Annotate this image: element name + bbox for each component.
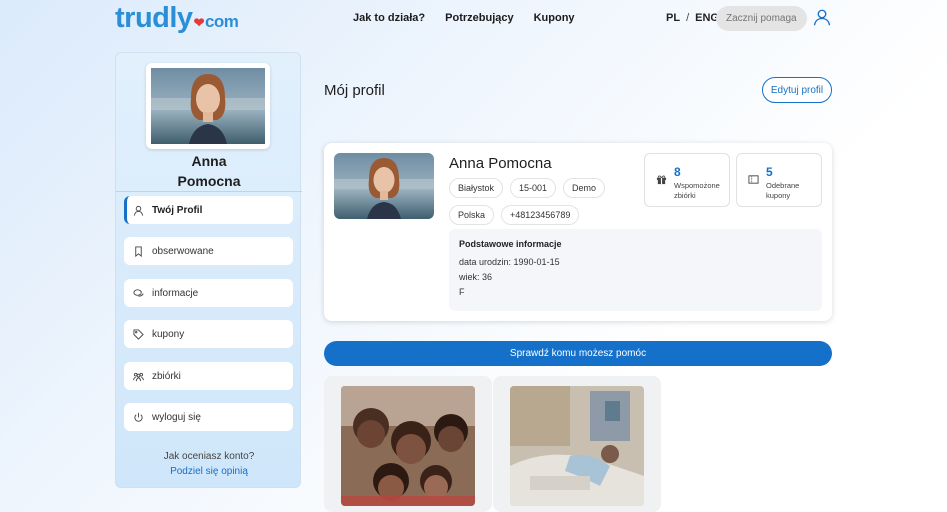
logo-suffix: com <box>204 12 239 31</box>
feedback-question: Jak oceniasz konto? <box>163 451 255 462</box>
sidebar-item-profile[interactable]: Twój Profil <box>124 196 293 224</box>
stat-value: 8 <box>674 165 681 179</box>
logo[interactable]: trudly ❤ com <box>115 2 239 35</box>
basic-info-panel: Podstawowe informacje data urodzin: 1990… <box>449 229 822 311</box>
power-icon <box>134 412 143 422</box>
fundraiser-image-children <box>341 386 475 506</box>
sidebar: Anna Pomocna Twój Profil obserwowane inf… <box>115 52 302 488</box>
chat-icon <box>133 288 144 297</box>
page-title: Mój profil <box>324 82 385 99</box>
stat-value: 5 <box>766 165 773 179</box>
group-icon <box>133 372 144 381</box>
tag-account-type: Demo <box>563 178 606 198</box>
basic-info-title: Podstawowe informacje <box>459 239 562 249</box>
user-icon <box>133 205 144 216</box>
sidebar-item-label: kupony <box>152 328 185 340</box>
bookmark-icon <box>135 245 142 257</box>
tag-icon <box>133 328 144 340</box>
search-input[interactable] <box>716 6 807 31</box>
profile-tags: Białystok 15-001 Demo Polska +4812345678… <box>449 178 639 225</box>
tag-country: Polska <box>449 205 495 225</box>
sidebar-item-label: zbiórki <box>152 370 181 382</box>
sidebar-item-information[interactable]: informacje <box>124 279 293 307</box>
children-photo <box>341 386 475 506</box>
nav-coupons[interactable]: Kupony <box>534 12 575 24</box>
heart-icon: ❤ <box>193 15 205 30</box>
lang-separator: / <box>686 12 690 24</box>
fundraiser-card[interactable] <box>493 376 661 512</box>
check-who-to-help-button[interactable]: Sprawdź komu możesz pomóc <box>324 341 832 366</box>
last-name: Pomocna <box>177 173 241 189</box>
language-switch: PL / ENG <box>666 12 719 24</box>
profile-name: Anna Pomocna <box>116 151 302 191</box>
tag-postal-code: 15-001 <box>510 178 557 198</box>
sidebar-item-watched[interactable]: obserwowane <box>124 237 293 265</box>
info-gender: F <box>459 287 465 297</box>
fundraiser-image-hospital <box>510 386 644 506</box>
sidebar-item-fundraisers[interactable]: zbiórki <box>124 362 293 390</box>
ticket-icon <box>748 175 759 184</box>
stat-label: Wspomożone zbiórki <box>674 181 720 200</box>
sidebar-item-label: informacje <box>152 287 199 299</box>
sidebar-item-coupons[interactable]: kupony <box>124 320 293 348</box>
info-age: wiek: 36 <box>459 272 493 282</box>
main-nav: Jak to działa? Potrzebujący Kupony <box>353 12 575 24</box>
lang-pl[interactable]: PL <box>666 12 680 24</box>
avatar-photo <box>151 68 265 144</box>
stat-supported-fundraisers: 8 Wspomożone zbiórki <box>644 153 730 207</box>
sidebar-item-label: Twój Profil <box>152 204 203 216</box>
sidebar-divider <box>116 191 302 192</box>
tag-city: Białystok <box>449 178 504 198</box>
profile-photo-image <box>334 153 434 219</box>
gift-icon <box>656 175 667 185</box>
profile-full-name: Anna Pomocna <box>449 155 552 172</box>
sidebar-item-label: obserwowane <box>152 245 214 257</box>
user-account-icon[interactable] <box>813 8 831 26</box>
logo-text: trudly <box>115 2 193 34</box>
edit-profile-button[interactable]: Edytuj profil <box>762 77 832 103</box>
avatar <box>146 63 270 149</box>
feedback-link[interactable]: Podziel się opinią <box>116 464 302 479</box>
profile-photo <box>334 153 434 219</box>
sidebar-item-logout[interactable]: wyloguj się <box>124 403 293 431</box>
first-name: Anna <box>191 153 227 169</box>
fundraiser-card[interactable] <box>324 376 492 512</box>
tag-phone: +48123456789 <box>501 205 580 225</box>
stat-label: Odebrane kupony <box>766 181 800 200</box>
stat-received-coupons: 5 Odebrane kupony <box>736 153 822 207</box>
profile-card: Anna Pomocna Białystok 15-001 Demo Polsk… <box>324 143 832 321</box>
info-birthdate: data urodzin: 1990-01-15 <box>459 257 560 267</box>
hospital-photo <box>510 386 644 506</box>
nav-how-it-works[interactable]: Jak to działa? <box>353 12 425 24</box>
feedback-block: Jak oceniasz konto? Podziel się opinią <box>116 449 302 479</box>
nav-in-need[interactable]: Potrzebujący <box>445 12 513 24</box>
sidebar-item-label: wyloguj się <box>152 411 201 423</box>
